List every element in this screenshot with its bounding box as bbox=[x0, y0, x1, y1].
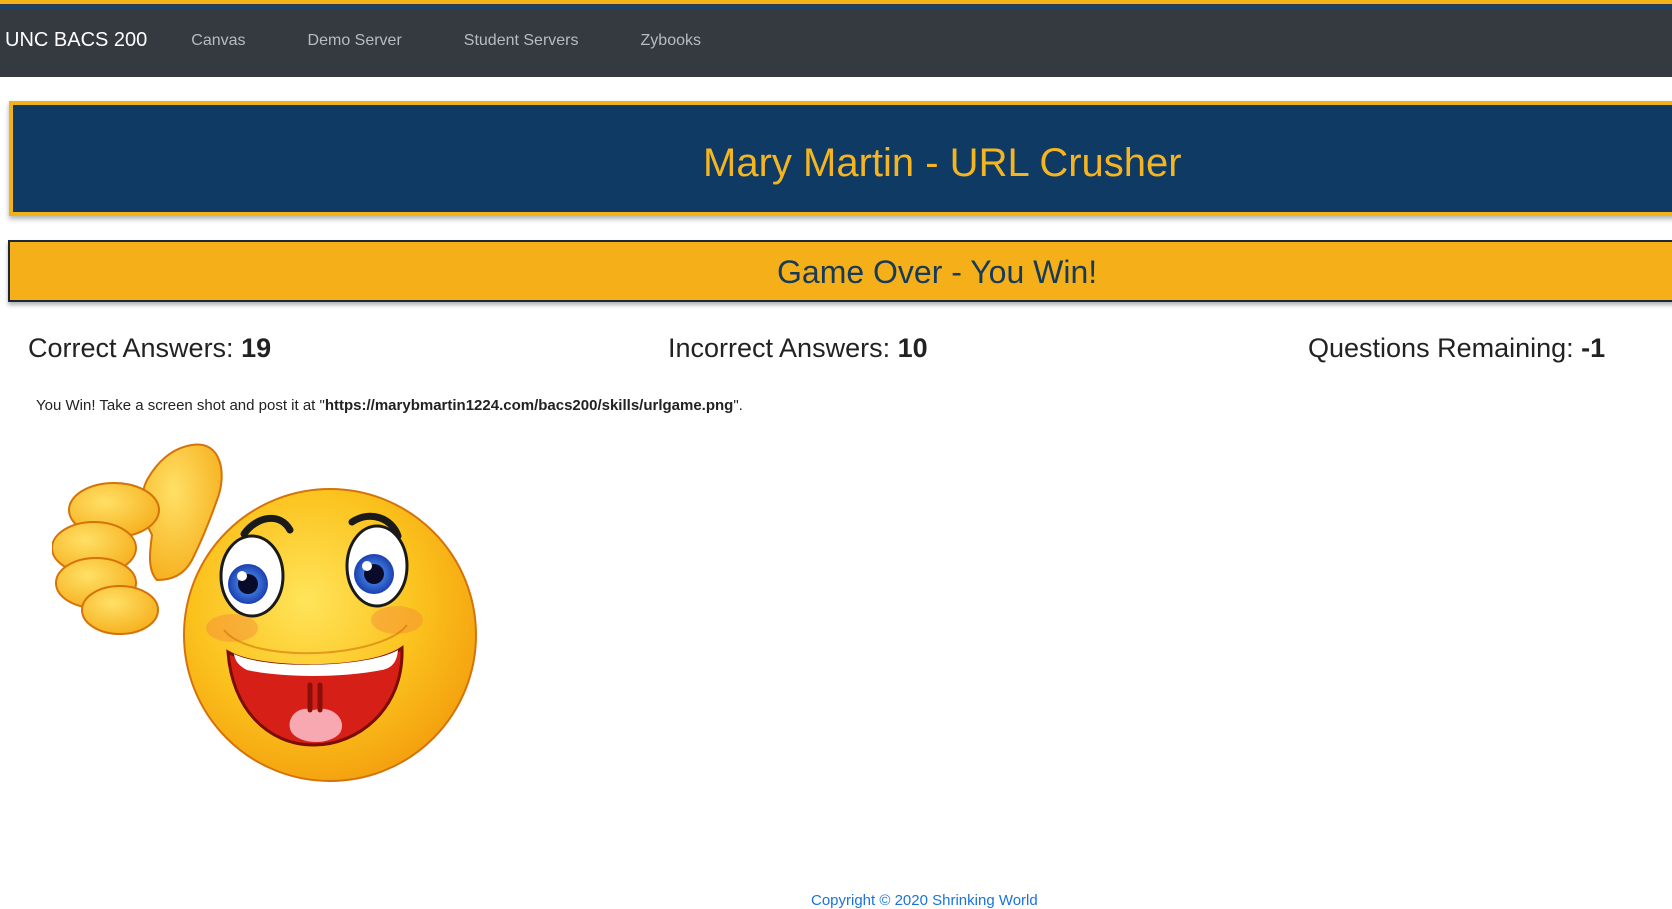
win-message: You Win! Take a screen shot and post it … bbox=[36, 397, 743, 414]
top-navbar: UNC BACS 200 Canvas Demo Server Student … bbox=[0, 0, 1672, 77]
correct-answers-value: 19 bbox=[241, 333, 272, 363]
correct-answers-label: Correct Answers: bbox=[28, 333, 242, 363]
win-message-prefix: You Win! Take a screen shot and post it … bbox=[36, 397, 325, 414]
questions-remaining-stat: Questions Remaining: -1 bbox=[1308, 333, 1605, 364]
win-message-suffix: ". bbox=[733, 397, 743, 414]
thumbs-up-smiley-icon bbox=[52, 443, 477, 782]
screenshot-url: https://marybmartin1224.com/bacs200/skil… bbox=[324, 397, 734, 414]
game-status: Game Over - You Win! bbox=[777, 254, 1098, 290]
copyright-link[interactable]: Copyright © 2020 Shrinking World bbox=[811, 892, 1038, 909]
incorrect-answers-stat: Incorrect Answers: 10 bbox=[668, 333, 928, 364]
nav-link-demo-server[interactable]: Demo Server bbox=[308, 32, 402, 50]
page-title: Mary Martin - URL Crusher bbox=[703, 141, 1182, 185]
correct-answers-stat: Correct Answers: 19 bbox=[28, 333, 271, 364]
brand-link[interactable]: UNC BACS 200 bbox=[5, 29, 147, 52]
status-banner: Game Over - You Win! bbox=[8, 240, 1672, 302]
questions-remaining-value: -1 bbox=[1581, 333, 1606, 363]
nav-link-canvas[interactable]: Canvas bbox=[191, 32, 245, 50]
nav-link-zybooks[interactable]: Zybooks bbox=[641, 32, 701, 50]
incorrect-answers-value: 10 bbox=[897, 333, 928, 363]
questions-remaining-label: Questions Remaining: bbox=[1308, 333, 1582, 363]
incorrect-answers-label: Incorrect Answers: bbox=[668, 333, 898, 363]
title-banner: Mary Martin - URL Crusher bbox=[9, 101, 1672, 216]
nav-link-student-servers[interactable]: Student Servers bbox=[464, 32, 579, 50]
